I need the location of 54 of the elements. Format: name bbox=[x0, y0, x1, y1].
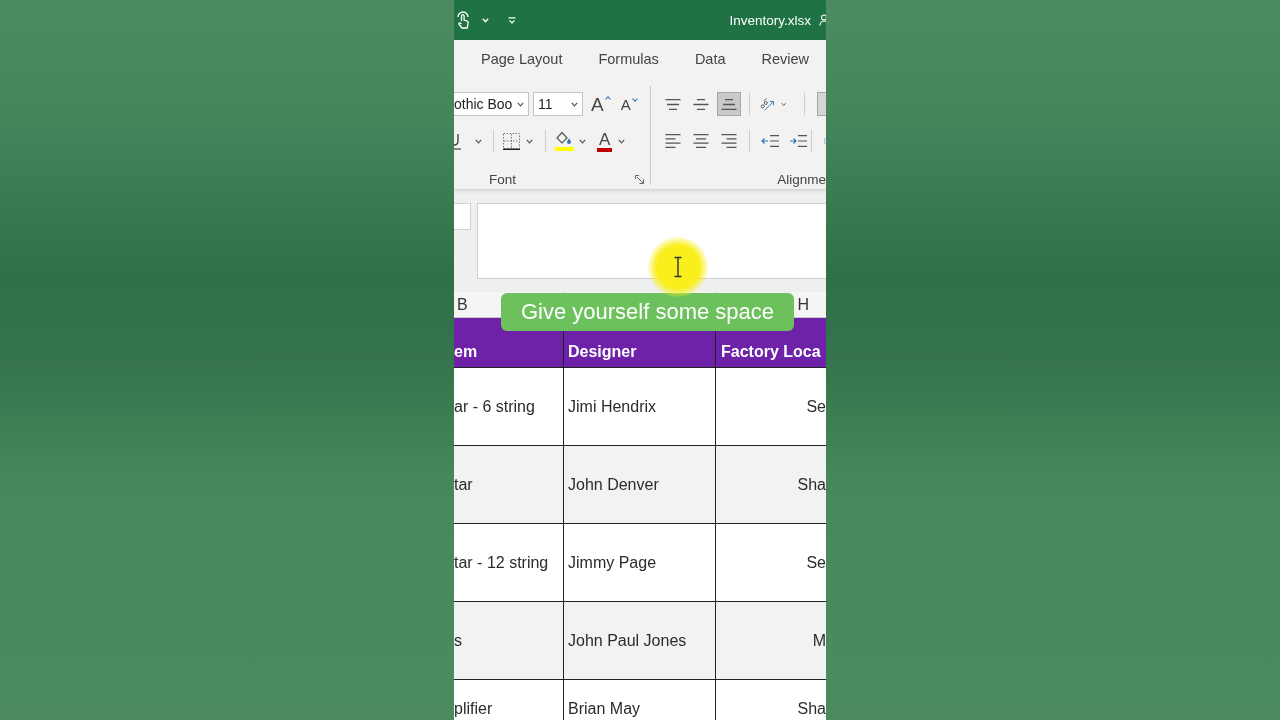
caret-icon[interactable] bbox=[618, 138, 626, 144]
table-cell: M bbox=[716, 602, 826, 680]
borders-icon[interactable] bbox=[503, 132, 520, 150]
font-size-dropdown[interactable]: 11 bbox=[533, 92, 583, 116]
align-center-icon bbox=[693, 134, 709, 148]
table-cell: Jimmy Page bbox=[564, 524, 716, 602]
column-letter[interactable]: B bbox=[457, 295, 468, 314]
caret-down-icon bbox=[631, 97, 638, 102]
font-color-button[interactable]: A bbox=[597, 130, 613, 152]
ribbon-tab[interactable]: Page Layout bbox=[481, 48, 563, 72]
group-label: Alignme bbox=[777, 171, 826, 187]
align-right-icon bbox=[721, 134, 737, 148]
outdent-icon bbox=[761, 135, 779, 147]
align-top-icon bbox=[665, 98, 681, 110]
table-cell: s bbox=[454, 602, 564, 680]
caret-up-icon bbox=[604, 95, 611, 100]
dialog-launcher-icon[interactable] bbox=[635, 174, 644, 184]
caret-icon bbox=[571, 101, 578, 107]
fill-color-icon[interactable] bbox=[555, 131, 574, 151]
table-cell: Jimi Hendrix bbox=[564, 368, 716, 446]
window-title: Inventory.xlsx bbox=[729, 12, 811, 28]
align-bottom-icon bbox=[721, 98, 737, 110]
group-label: Font bbox=[489, 171, 516, 187]
shrink-font-button[interactable]: A bbox=[620, 96, 638, 112]
person-icon[interactable] bbox=[819, 14, 826, 26]
table-cell: John Paul Jones bbox=[564, 602, 716, 680]
table-cell: John Denver bbox=[564, 446, 716, 524]
table-cell: tar bbox=[454, 446, 564, 524]
column-letter[interactable]: H bbox=[797, 295, 809, 314]
ribbon-tab[interactable]: Formulas bbox=[598, 48, 659, 72]
grow-font-button[interactable]: A bbox=[591, 94, 611, 114]
table-cell: plifier bbox=[454, 680, 564, 720]
name-box-field[interactable] bbox=[454, 203, 471, 230]
formula-bar-field[interactable] bbox=[477, 203, 826, 279]
caret-icon[interactable] bbox=[475, 138, 482, 144]
caret-icon[interactable] bbox=[579, 138, 586, 144]
table-cell: tar - 12 string bbox=[454, 524, 564, 602]
underline-icon[interactable] bbox=[454, 132, 461, 150]
table-cell: Sha bbox=[716, 446, 826, 524]
hand-pointer-icon[interactable] bbox=[456, 11, 470, 29]
indent-icon bbox=[789, 135, 807, 147]
align-left-icon bbox=[665, 134, 681, 148]
ribbon-tab[interactable]: Review bbox=[761, 48, 810, 72]
ribbon-tab[interactable]: Data bbox=[694, 48, 726, 72]
font-name-dropdown[interactable]: othic Boo bbox=[454, 92, 529, 116]
caret-icon[interactable] bbox=[526, 138, 533, 144]
table-cell: ar - 6 string bbox=[454, 368, 564, 446]
align-middle-icon bbox=[693, 98, 709, 110]
caption-toast: Give yourself some space bbox=[501, 293, 794, 331]
caret-icon[interactable] bbox=[780, 101, 786, 107]
text-cursor-icon bbox=[648, 237, 708, 297]
align-bottom-button[interactable] bbox=[717, 92, 741, 116]
caret-icon bbox=[517, 101, 524, 107]
customize-toolbar-icon[interactable] bbox=[508, 16, 516, 24]
